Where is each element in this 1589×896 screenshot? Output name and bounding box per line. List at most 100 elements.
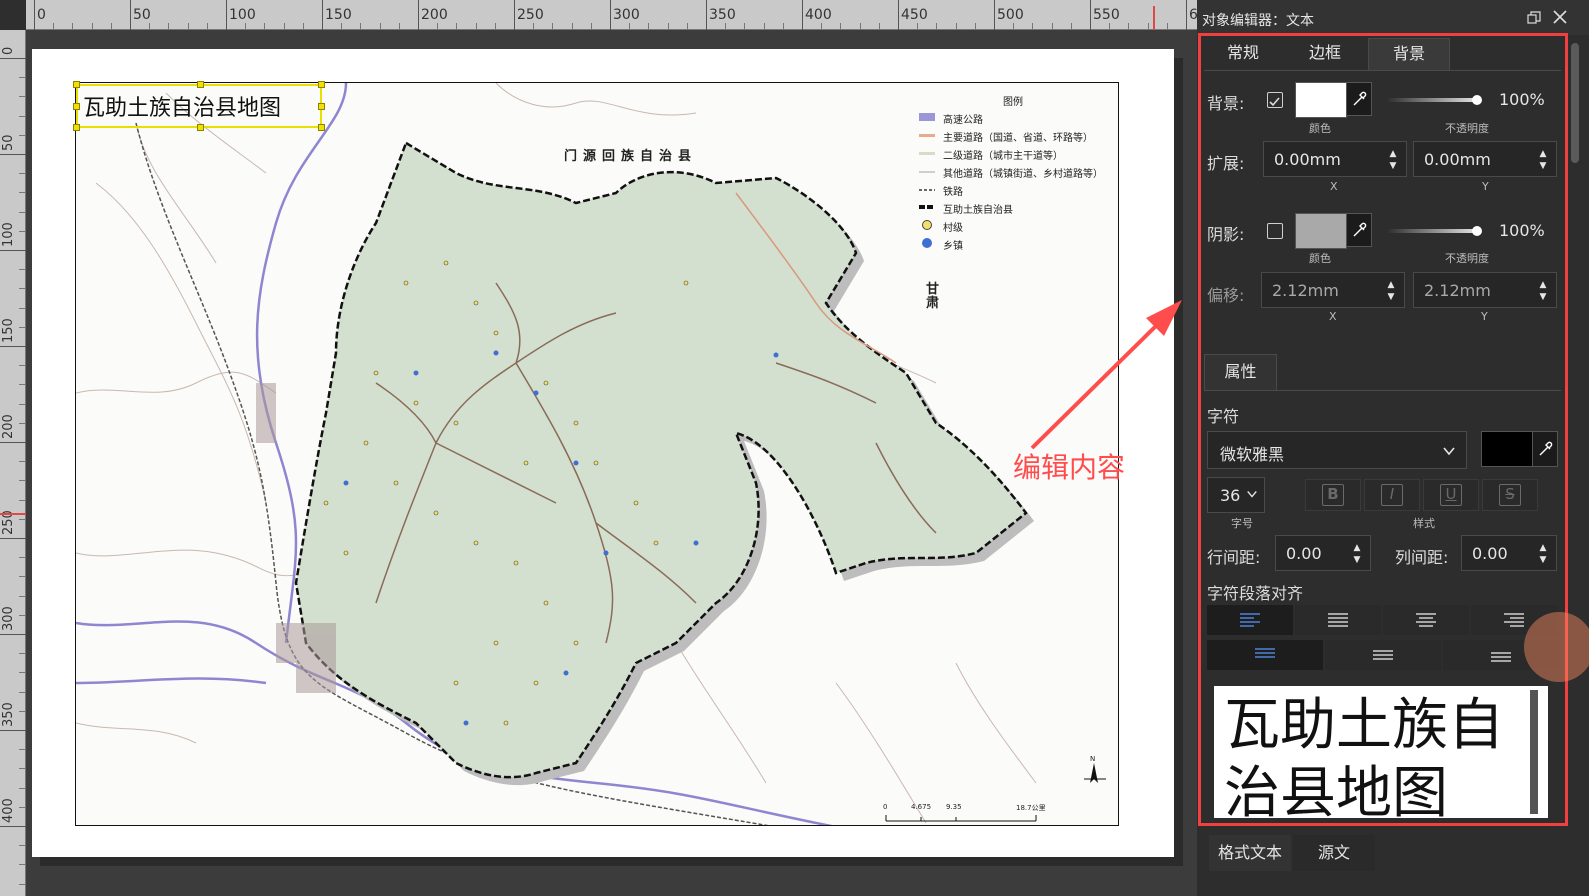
spin-arrows-icon[interactable]: ▲ ▼ — [1538, 279, 1548, 303]
background-eyedropper-icon[interactable] — [1346, 82, 1372, 116]
align-justify-button[interactable] — [1295, 605, 1381, 635]
legend-symbol-other-road — [919, 171, 935, 173]
ruler-label: 50 — [133, 7, 151, 23]
valign-top-icon — [1255, 648, 1275, 658]
ruler-minor-tick — [398, 23, 400, 29]
tab-background[interactable]: 背景 — [1368, 38, 1450, 70]
strikethrough-button[interactable]: S — [1482, 479, 1538, 511]
expand-x-input[interactable]: 0.00mm ▲ ▼ — [1263, 141, 1407, 177]
spin-arrows-icon[interactable]: ▲ ▼ — [1538, 542, 1548, 566]
expand-label: 扩展: — [1207, 154, 1245, 173]
spin-arrows-icon[interactable]: ▲ ▼ — [1386, 279, 1396, 303]
ruler-label: 150 — [325, 7, 352, 23]
font-eyedropper-icon[interactable] — [1532, 431, 1558, 467]
background-opacity-knob[interactable] — [1472, 95, 1482, 105]
resize-handle-w[interactable] — [73, 103, 80, 110]
shadow-color-swatch[interactable] — [1295, 213, 1347, 249]
font-color-swatch[interactable] — [1481, 431, 1533, 467]
align-left-button[interactable] — [1207, 605, 1293, 635]
ruler-label: 300 — [613, 7, 640, 23]
background-checkbox[interactable] — [1267, 92, 1283, 108]
resize-handle-sw[interactable] — [73, 124, 80, 131]
line-spacing-input[interactable]: 0.00 ▲ ▼ — [1275, 535, 1371, 571]
ruler-tick — [0, 154, 26, 155]
tab-rich-text[interactable]: 格式文本 — [1209, 835, 1291, 871]
shadow-opacity-knob[interactable] — [1472, 226, 1482, 236]
ruler-minor-tick — [19, 672, 25, 674]
ruler-tick — [226, 0, 227, 30]
align-center-button[interactable] — [1383, 605, 1469, 635]
tab-source-text[interactable]: 源文 — [1293, 835, 1375, 871]
bold-icon: B — [1322, 484, 1344, 506]
resize-handle-n[interactable] — [197, 81, 204, 88]
scale-label-0: 0 — [883, 803, 888, 811]
font-size-select[interactable]: 36 — [1207, 477, 1265, 513]
valign-middle-button[interactable] — [1325, 640, 1441, 670]
ruler-minor-tick — [19, 115, 25, 117]
tab-border[interactable]: 边框 — [1282, 38, 1368, 70]
resize-handle-e[interactable] — [318, 103, 325, 110]
align-center-icon — [1416, 613, 1436, 627]
legend-item: 二级道路（城市主干道等） — [919, 147, 1118, 162]
background-color-caption: 颜色 — [1309, 122, 1331, 135]
offset-y-caption: Y — [1481, 310, 1488, 323]
restore-window-icon[interactable] — [1527, 11, 1541, 25]
ruler-label: 200 — [421, 7, 448, 23]
tab-properties[interactable]: 属性 — [1204, 354, 1277, 390]
resize-handle-s[interactable] — [197, 124, 204, 131]
scale-bar — [885, 815, 1037, 822]
map-title-textbox[interactable]: 瓦助土族自治县地图 — [73, 81, 325, 131]
layout-page[interactable]: 0 4.675 9.35 18.7公里 N 门源回族自治县 甘肃 图例 高速公路 — [32, 49, 1174, 857]
text-content-editor[interactable]: 瓦助土族自治县地图 — [1214, 686, 1548, 818]
panel-scrollbar-thumb[interactable] — [1571, 43, 1579, 163]
resize-handle-ne[interactable] — [318, 81, 325, 88]
legend-label: 二级道路（城市主干道等） — [943, 151, 1063, 162]
north-arrow — [1084, 763, 1106, 783]
shadow-opacity-slider[interactable] — [1387, 229, 1479, 233]
ruler-corner — [0, 0, 26, 30]
panel-scrollbar[interactable] — [1569, 35, 1581, 825]
county-region[interactable] — [294, 141, 1028, 779]
col-spacing-input[interactable]: 0.00 ▲ ▼ — [1461, 535, 1557, 571]
horizontal-ruler[interactable]: 0 50 100 150 200 250 300 350 400 450 500 550 6 — [26, 0, 1264, 30]
ruler-label: 150 — [1, 318, 16, 343]
spin-arrows-icon[interactable]: ▲ ▼ — [1538, 148, 1548, 172]
neighbor-label-east: 甘肃 — [926, 282, 940, 311]
offset-y-input[interactable]: 2.12mm ▲ ▼ — [1413, 272, 1557, 308]
ruler-minor-tick — [1070, 23, 1072, 29]
font-family-select[interactable]: 微软雅黑 — [1207, 431, 1467, 469]
shadow-checkbox[interactable] — [1267, 223, 1283, 239]
map-frame[interactable]: 0 4.675 9.35 18.7公里 N 门源回族自治县 甘肃 图例 高速公路 — [75, 82, 1119, 826]
offset-x-input[interactable]: 2.12mm ▲ ▼ — [1261, 272, 1405, 308]
ruler-cursor-marker-y — [0, 513, 26, 515]
ruler-minor-tick — [1109, 23, 1111, 29]
ruler-tick — [1186, 0, 1187, 30]
close-icon[interactable] — [1551, 8, 1569, 26]
ruler-label: 350 — [709, 7, 736, 23]
spin-arrows-icon[interactable]: ▲ ▼ — [1388, 148, 1398, 172]
annotation-text: 编辑内容 — [1013, 451, 1126, 484]
resize-handle-se[interactable] — [318, 124, 325, 131]
ruler-minor-tick — [19, 96, 25, 98]
ruler-minor-tick — [19, 422, 25, 424]
bold-button[interactable]: B — [1305, 479, 1361, 511]
spin-arrows-icon[interactable]: ▲ ▼ — [1352, 542, 1362, 566]
ruler-minor-tick — [360, 23, 362, 29]
italic-button[interactable]: I — [1364, 479, 1420, 511]
background-color-swatch[interactable] — [1295, 82, 1347, 118]
tab-general[interactable]: 常规 — [1204, 38, 1282, 70]
vertical-ruler[interactable]: 0 50 100 150 200 250 300 350 400 — [0, 30, 26, 896]
shadow-eyedropper-icon[interactable] — [1346, 213, 1372, 247]
ruler-minor-tick — [302, 23, 304, 29]
ruler-tick — [0, 442, 26, 443]
resize-handle-nw[interactable] — [73, 81, 80, 88]
col-spacing-label: 列间距: — [1395, 548, 1449, 567]
ruler-minor-tick — [494, 23, 496, 29]
layout-canvas[interactable]: 0 50 100 150 200 250 300 350 400 450 500 550 6 0 50 10… — [0, 0, 1264, 896]
ruler-label: 0 — [37, 7, 46, 23]
background-opacity-slider[interactable] — [1387, 98, 1479, 102]
expand-y-input[interactable]: 0.00mm ▲ ▼ — [1413, 141, 1557, 177]
underline-button[interactable]: U — [1423, 479, 1479, 511]
text-editor-scrollbar[interactable] — [1530, 690, 1538, 814]
valign-top-button[interactable] — [1207, 640, 1323, 670]
